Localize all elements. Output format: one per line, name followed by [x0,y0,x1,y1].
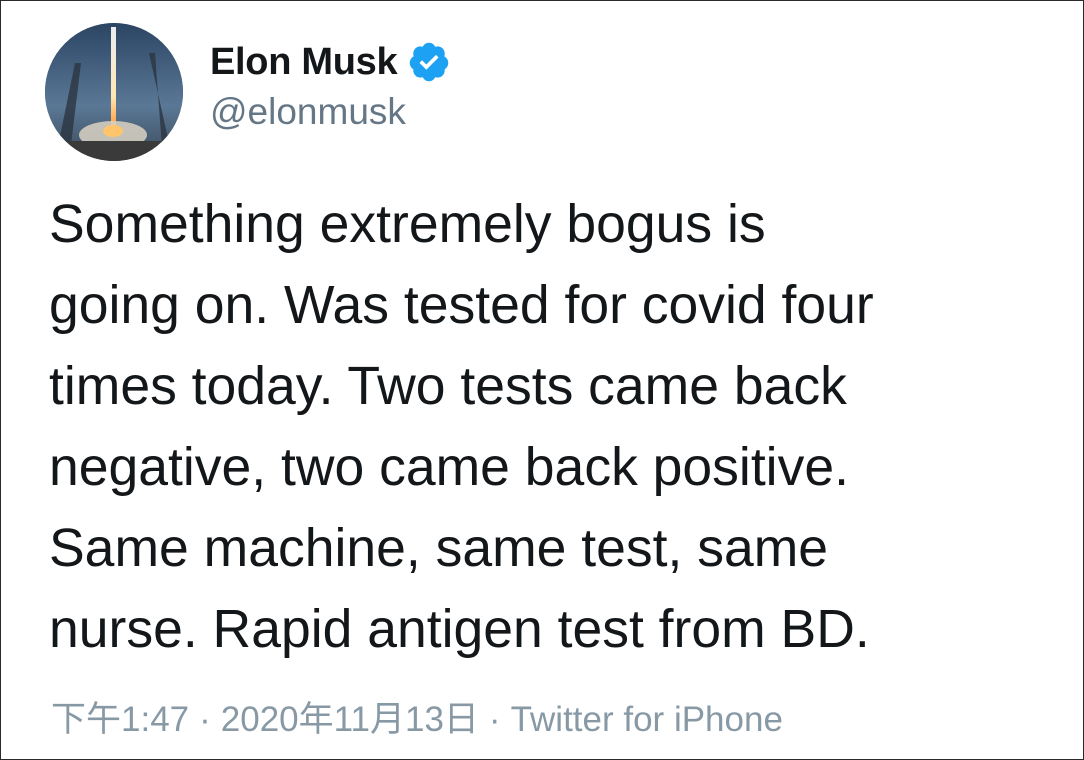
tweet-card: Elon Musk @elonmusk Something extremely … [0,0,1084,760]
tweet-line: Same machine, same test, same [49,519,829,578]
display-name[interactable]: Elon Musk [210,41,398,84]
tweet-meta: 下午1:47 · 2020年11月13日 · Twitter for iPhone [51,695,783,745]
tweet-time[interactable]: 下午1:47 [51,700,189,739]
tweet-line: negative, two came back positive. [49,438,849,497]
meta-separator: · [199,700,211,739]
avatar[interactable] [45,23,183,161]
author-handle[interactable]: @elonmusk [210,91,406,133]
author-name-row[interactable]: Elon Musk [210,37,451,87]
tweet-line: times today. Two tests came back [49,357,847,416]
tweet-source[interactable]: Twitter for iPhone [511,700,783,739]
verified-badge-icon [407,40,451,84]
tweet-line: Something extremely bogus is [49,195,766,254]
tweet-date[interactable]: 2020年11月13日 [221,700,479,739]
meta-separator: · [488,700,501,739]
rocket-launch-avatar-icon [45,23,183,161]
tweet-text: Something extremely bogus is going on. W… [49,184,1059,670]
tweet-line: going on. Was tested for covid four [49,276,874,335]
tweet-line: nurse. Rapid antigen test from BD. [49,600,870,659]
